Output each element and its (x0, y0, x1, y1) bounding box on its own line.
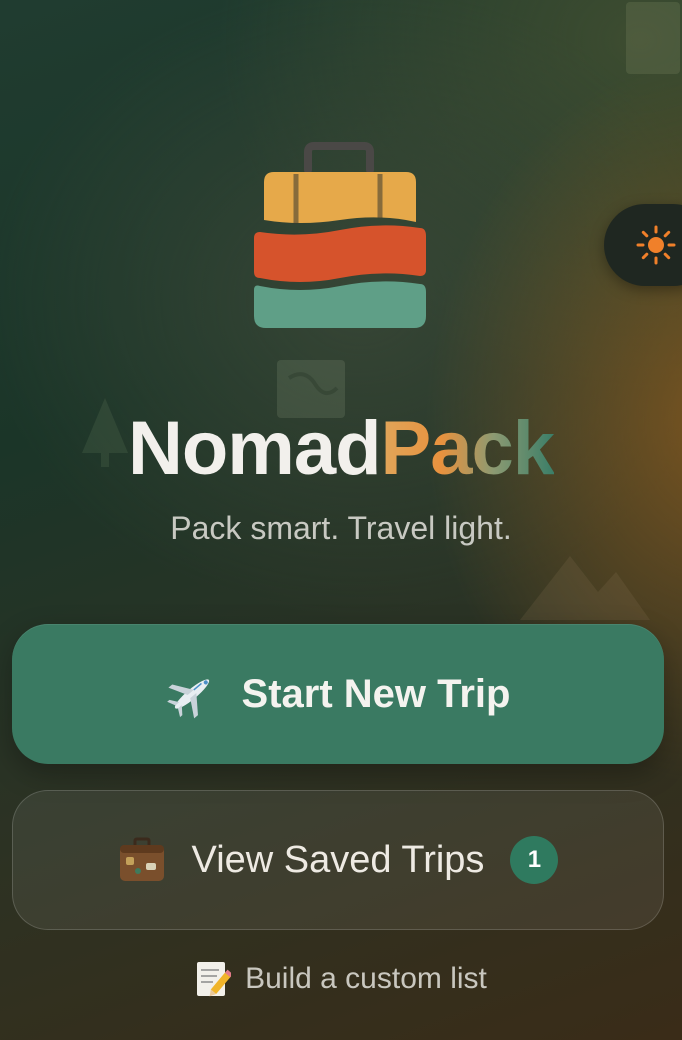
background-photo-icon (626, 2, 680, 74)
sun-icon (636, 225, 676, 265)
app-title-part2: Pack (380, 406, 555, 491)
memo-icon (195, 960, 232, 998)
airplane-icon (166, 668, 218, 720)
app-title-part1: Nomad (127, 406, 382, 491)
app-title: NomadPack (0, 404, 682, 494)
nomadpack-logo (254, 142, 426, 328)
background-mountain-icon (520, 556, 650, 620)
start-new-trip-label: Start New Trip (241, 671, 511, 716)
app-tagline: Pack smart. Travel light. (170, 510, 512, 546)
build-custom-list-link[interactable]: Build a custom list (0, 960, 682, 998)
build-custom-list-label: Build a custom list (245, 962, 487, 995)
theme-toggle-button[interactable] (604, 204, 682, 286)
view-saved-trips-button[interactable]: View Saved Trips 1 (12, 790, 664, 930)
suitcase-icon (118, 837, 166, 883)
start-new-trip-button[interactable]: Start New Trip (12, 624, 664, 764)
view-saved-trips-label: View Saved Trips (191, 838, 485, 881)
saved-trips-count-badge: 1 (510, 836, 559, 884)
